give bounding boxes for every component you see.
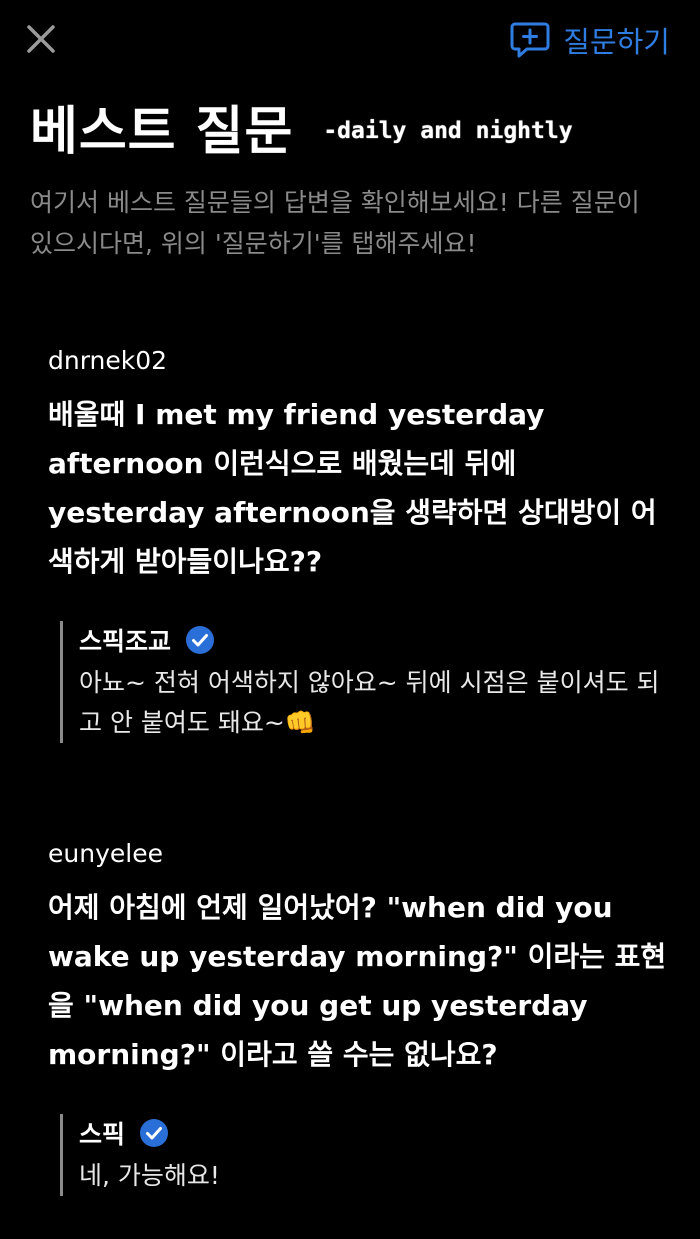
intro-text: 여기서 베스트 질문들의 답변을 확인해보세요! 다른 질문이 있으시다면, 위…	[30, 188, 640, 258]
page-title: 베스트 질문	[30, 101, 294, 162]
question-author: eunyelee	[48, 839, 163, 868]
answer-author-row: 스픽	[79, 1114, 669, 1152]
verified-check-icon	[186, 626, 215, 654]
page-subtitle: -daily and nightly	[323, 118, 573, 144]
answer-block: 스픽 네, 가능해요!	[60, 1114, 669, 1196]
ask-question-label: 질문하기	[563, 25, 670, 59]
answer-text: 아뇨~ 전혀 어색하지 않아요~ 뒤에 시점은 붙이셔도 되고 안 붙여도 돼요…	[79, 668, 660, 737]
question-author: dnrnek02	[48, 346, 168, 375]
ask-question-button[interactable]: 질문하기	[509, 18, 670, 62]
question-text: 배울때 I met my friend yesterday afternoon …	[48, 398, 657, 578]
chat-plus-icon	[509, 19, 551, 61]
answer-block: 스픽조교 아뇨~ 전혀 어색하지 않아요~ 뒤에 시점은 붙이셔도 되고 안 붙…	[60, 621, 669, 743]
question-card[interactable]: eunyelee 어제 아침에 언제 일어났어? "when did you w…	[48, 837, 668, 1196]
question-card[interactable]: dnrnek02 배울때 I met my friend yesterday a…	[48, 344, 668, 743]
answer-author: 스픽조교	[79, 627, 172, 656]
answer-text: 네, 가능해요!	[79, 1161, 220, 1190]
question-text: 어제 아침에 언제 일어났어? "when did you wake up ye…	[48, 891, 667, 1071]
page-header: 베스트 질문 -daily and nightly	[30, 86, 670, 166]
top-bar: 질문하기	[0, 0, 700, 80]
answer-author-row: 스픽조교	[79, 621, 669, 659]
answer-author: 스픽	[79, 1120, 126, 1149]
verified-check-icon	[140, 1119, 169, 1147]
close-button[interactable]	[26, 24, 56, 54]
close-icon	[27, 25, 55, 53]
